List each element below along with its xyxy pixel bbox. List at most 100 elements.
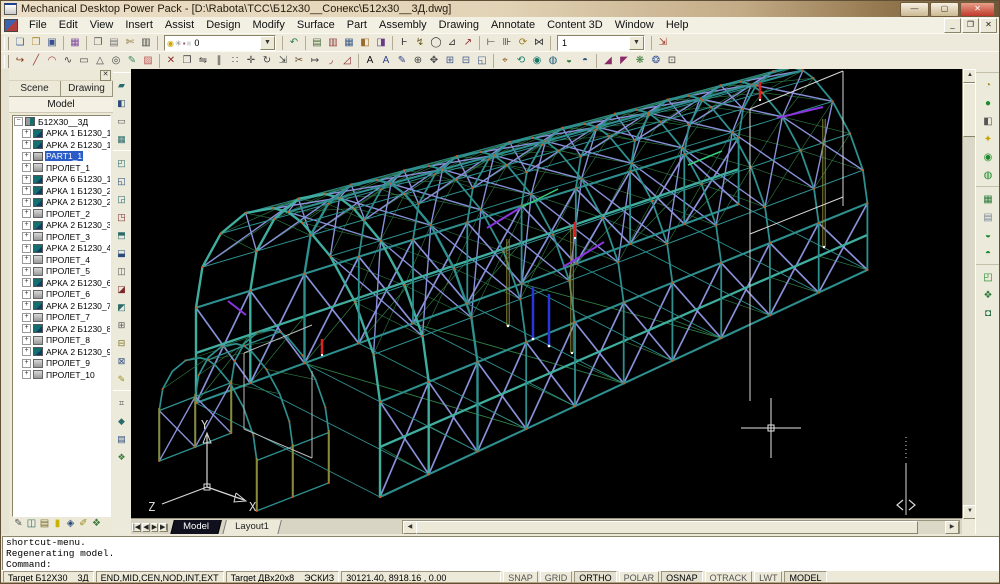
single-line-text-button[interactable]: A — [362, 54, 378, 69]
minimize-button[interactable]: — — [900, 2, 929, 17]
scale-button[interactable]: ⇲ — [275, 54, 291, 69]
save-file-button[interactable]: ▣ — [44, 36, 60, 51]
menu-insert[interactable]: Insert — [119, 18, 159, 32]
menu-edit[interactable]: Edit — [53, 18, 84, 32]
tree-item[interactable]: +ПРОЛЕТ_7 — [13, 312, 110, 324]
ucs-icon-toggle-button[interactable]: ⌖ — [497, 54, 513, 69]
bom-database-button[interactable]: ▭ — [113, 114, 130, 128]
new-file-button[interactable]: ❏ — [12, 36, 28, 51]
power-edit-button[interactable]: ◤ — [616, 54, 632, 69]
rectangle-button[interactable]: ▭ — [76, 54, 92, 69]
menu-file[interactable]: File — [23, 18, 53, 32]
leader-note-button[interactable]: ↗ — [460, 36, 476, 51]
layer-manager-button[interactable]: ▤ — [309, 36, 325, 51]
tree-item[interactable]: +ПРОЛЕТ_4 — [13, 254, 110, 266]
tree-expander[interactable]: + — [22, 359, 31, 368]
polyline-button[interactable]: ↪ — [12, 54, 28, 69]
horizontal-scrollbar[interactable]: ◀ ▶ — [402, 520, 960, 535]
polygon-button[interactable]: △ — [92, 54, 108, 69]
pan-realtime-button[interactable]: ⇲ — [655, 36, 671, 51]
paste-from-clipboard-button[interactable]: ▤ — [106, 36, 122, 51]
power-pack-button[interactable]: ⋈ — [531, 36, 547, 51]
tree-expander[interactable]: + — [22, 244, 31, 253]
tree-item[interactable]: +ПРОЛЕТ_6 — [13, 289, 110, 301]
tree-expander[interactable]: + — [22, 324, 31, 333]
tree-item[interactable]: +ПРОЛЕТ_3 — [13, 231, 110, 243]
offset-button[interactable]: ∥ — [211, 54, 227, 69]
hole-feature-button[interactable]: ◫ — [113, 264, 130, 278]
work-point-button[interactable]: ⊠ — [113, 354, 130, 368]
landscape-edit-button[interactable]: ◓ — [976, 247, 1000, 261]
trim-button[interactable]: ✂ — [291, 54, 307, 69]
background-button[interactable]: ▦ — [976, 193, 1000, 207]
multiline-text-button[interactable]: A — [378, 54, 394, 69]
chamfer-button[interactable]: ◿ — [339, 54, 355, 69]
tab-nav-prev-button[interactable]: ◀ — [142, 523, 149, 532]
zoom-realtime-button[interactable]: ⊕ — [410, 54, 426, 69]
menu-modify[interactable]: Modify — [246, 18, 290, 32]
resolve-sketch-button[interactable]: ◳ — [113, 210, 130, 224]
menu-content-3d[interactable]: Content 3D — [541, 18, 609, 32]
tab-drawing[interactable]: Drawing — [61, 81, 113, 97]
desktop-browser-mode-button[interactable]: ◫ — [25, 517, 38, 532]
assist-pencil-button[interactable]: ✎ — [12, 517, 25, 532]
tree-item[interactable]: +АРКА 1 Б1230_2 — [13, 185, 110, 197]
dimension-profile-button[interactable]: ◲ — [113, 192, 130, 206]
spline-button[interactable]: ∿ — [60, 54, 76, 69]
line-button[interactable]: ╱ — [28, 54, 44, 69]
tree-root-item[interactable]: −Б12X30__3Д — [13, 116, 110, 128]
tab-scene[interactable]: Scene — [9, 81, 61, 97]
tree-expander[interactable]: + — [22, 313, 31, 322]
fillet-feature-button[interactable]: ◪ — [113, 282, 130, 296]
new-part-button[interactable]: ◰ — [113, 156, 130, 170]
tree-expander[interactable]: + — [22, 267, 31, 276]
tab-layout1[interactable]: Layout1 — [222, 520, 282, 535]
menu-window[interactable]: Window — [609, 18, 660, 32]
scroll-left-arrow[interactable]: ◀ — [403, 521, 417, 534]
fog-button[interactable]: ▤ — [976, 211, 1000, 225]
toolbar-grip[interactable] — [4, 37, 9, 50]
tree-item[interactable]: +ПРОЛЕТ_5 — [13, 266, 110, 278]
tree-expander[interactable]: + — [22, 347, 31, 356]
render-scene-button[interactable]: ● — [976, 97, 1000, 111]
tree-expander[interactable]: + — [22, 232, 31, 241]
hide-button[interactable]: ◍ — [545, 54, 561, 69]
drawing-viewport[interactable]: YZX — [131, 69, 962, 518]
tab-model[interactable]: Model — [9, 97, 113, 113]
extrude-feature-button[interactable]: ⬒ — [113, 228, 130, 242]
render-preferences-button[interactable]: ❖ — [976, 289, 1000, 303]
layer-states-button[interactable]: ▥ — [325, 36, 341, 51]
zoom-window-button[interactable]: ⊞ — [442, 54, 458, 69]
design-center-button[interactable]: ◨ — [373, 36, 389, 51]
tab-nav-next-button[interactable]: ▶ — [151, 523, 158, 532]
materials-button[interactable]: ◉ — [976, 151, 1000, 165]
tree-item[interactable]: +АРКА 6 Б1230_1 — [13, 174, 110, 186]
tree-expander[interactable]: + — [22, 278, 31, 287]
scale-combo[interactable]: 1▼ — [557, 35, 645, 51]
tree-expander[interactable]: + — [22, 186, 31, 195]
arc-button[interactable]: ◠ — [44, 54, 60, 69]
tree-item[interactable]: +ПРОЛЕТ_2 — [13, 208, 110, 220]
mapping-button[interactable]: ◍ — [976, 169, 1000, 183]
scroll-right-arrow[interactable]: ▶ — [945, 521, 959, 534]
aerial-view-button[interactable]: ◱ — [474, 54, 490, 69]
tree-expander[interactable]: + — [22, 175, 31, 184]
mass-properties-button[interactable]: ⌗ — [113, 396, 130, 410]
render-statistics-button[interactable]: ◘ — [976, 307, 1000, 321]
extend-button[interactable]: ↦ — [307, 54, 323, 69]
tree-expander[interactable]: + — [22, 255, 31, 264]
landscape-library-button[interactable]: ◰ — [976, 271, 1000, 285]
menu-annotate[interactable]: Annotate — [485, 18, 541, 32]
interference-check-button[interactable]: ▤ — [113, 432, 130, 446]
lights-button[interactable]: ✦ — [976, 133, 1000, 147]
sketch-button[interactable]: ✎ — [124, 54, 140, 69]
power-dimension-button[interactable]: Ⱶ — [396, 36, 412, 51]
desktop-options-button[interactable]: ❋ — [632, 54, 648, 69]
browser-close-icon[interactable]: ✕ — [100, 70, 111, 81]
toggle-shading-button[interactable]: ❖ — [113, 450, 130, 464]
tab-nav-first-button[interactable]: |◀ — [132, 523, 141, 532]
tree-item[interactable]: +АРКА 2 Б1230_3 — [13, 220, 110, 232]
power-recall-button[interactable]: ⟳ — [515, 36, 531, 51]
tree-expander[interactable]: + — [22, 336, 31, 345]
menu-drawing[interactable]: Drawing — [433, 18, 485, 32]
